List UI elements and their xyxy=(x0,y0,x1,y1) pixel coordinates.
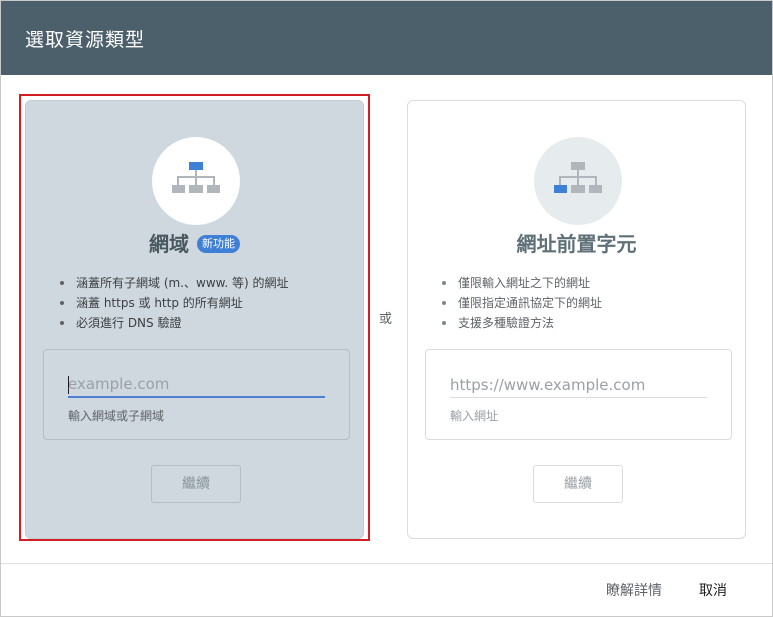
cancel-button[interactable]: 取消 xyxy=(699,581,727,601)
domain-title-text: 網域 xyxy=(149,232,189,256)
dialog-title: 選取資源類型 xyxy=(25,29,146,51)
sitemap-icon xyxy=(554,162,602,193)
list-item: 支援多種驗證方法 xyxy=(440,313,602,333)
domain-input-helper: 輸入網域或子網域 xyxy=(68,409,165,423)
list-item: 僅限輸入網址之下的網址 xyxy=(440,273,602,293)
url-prefix-input-container: 輸入網址 xyxy=(425,349,732,440)
url-prefix-input-helper: 輸入網址 xyxy=(450,409,499,423)
list-item: 僅限指定通訊協定下的網址 xyxy=(440,293,602,313)
url-prefix-card-title: 網址前置字元 xyxy=(516,232,637,256)
domain-continue-button[interactable]: 繼續 xyxy=(151,465,241,503)
url-prefix-continue-button[interactable]: 繼續 xyxy=(533,465,623,503)
domain-input-container: 輸入網域或子網域 xyxy=(43,349,350,440)
url-prefix-input[interactable] xyxy=(450,372,707,398)
domain-card-title: 網域 新功能 xyxy=(26,231,363,257)
footer-divider xyxy=(1,563,772,564)
learn-more-link[interactable]: 瞭解詳情 xyxy=(606,581,662,601)
new-feature-badge: 新功能 xyxy=(197,234,240,253)
list-item: 必須進行 DNS 驗證 xyxy=(58,313,288,333)
domain-input[interactable] xyxy=(68,372,325,398)
or-separator: 或 xyxy=(379,312,393,327)
url-prefix-icon-circle xyxy=(534,137,622,225)
select-property-type-dialog: 選取資源類型 網域 新功能 涵蓋所有子網域 (m.、www. 等) 的網址 涵蓋 … xyxy=(0,0,773,617)
url-prefix-property-card[interactable]: 網址前置字元 僅限輸入網址之下的網址 僅限指定通訊協定下的網址 支援多種驗證方法… xyxy=(407,100,746,539)
list-item: 涵蓋 https 或 http 的所有網址 xyxy=(58,293,288,313)
domain-icon-circle xyxy=(152,137,240,225)
domain-feature-list: 涵蓋所有子網域 (m.、www. 等) 的網址 涵蓋 https 或 http … xyxy=(58,273,288,333)
text-caret xyxy=(68,376,69,394)
list-item: 涵蓋所有子網域 (m.、www. 等) 的網址 xyxy=(58,273,288,293)
dialog-header: 選取資源類型 xyxy=(1,1,772,75)
domain-property-card[interactable]: 網域 新功能 涵蓋所有子網域 (m.、www. 等) 的網址 涵蓋 https 或… xyxy=(25,100,364,539)
url-prefix-feature-list: 僅限輸入網址之下的網址 僅限指定通訊協定下的網址 支援多種驗證方法 xyxy=(440,273,602,333)
sitemap-icon xyxy=(172,162,220,193)
